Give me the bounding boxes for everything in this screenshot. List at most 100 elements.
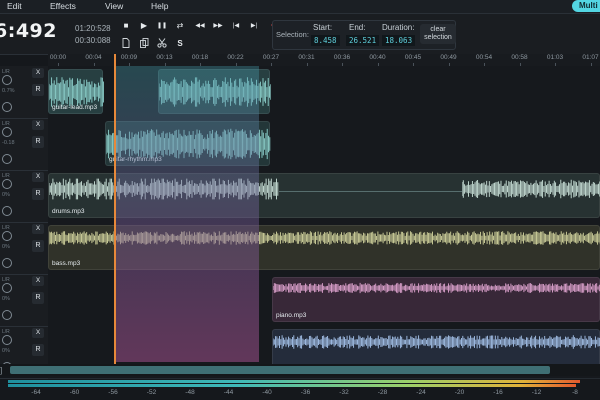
pan-knob[interactable] [2,231,12,241]
record-arm-button[interactable]: R [32,292,44,304]
track-header-guitar-rhythm: X R L/R -0.18 [0,118,48,171]
db-scale-label: -60 [69,389,80,396]
ruler-tick-label: 00:54 [475,54,493,61]
db-scale-label: -52 [146,389,157,396]
record-arm-button[interactable]: R [32,84,44,96]
audio-clip[interactable]: drums.mp3 [48,173,600,218]
mute-button[interactable]: X [32,120,44,130]
ruler-tick-label: 01:07 [582,54,599,61]
ruler-tick-label: 00:27 [262,54,280,61]
track-lane-guitar-rhythm[interactable]: guitar-rhythm.mp3 [48,118,600,171]
db-scale-label: -12 [531,389,542,396]
skip-to-end-button[interactable]: ▶| [247,19,261,31]
track-lane-drums[interactable]: drums.mp3 [48,170,600,223]
pan-knob[interactable] [2,127,12,137]
record-arm-button[interactable]: R [32,240,44,252]
db-scale-label: -32 [339,389,349,396]
record-arm-button[interactable]: R [32,136,44,148]
cut-icon[interactable] [155,37,169,49]
clear-selection-button[interactable]: clear selection [420,24,456,44]
time-display: 6:492 [0,20,57,42]
selection-label: Selection: [276,30,309,39]
time-secondary-2: 00:30:088 [75,36,111,45]
clip-name: bass.mp3 [52,260,81,267]
split-button[interactable]: S [173,37,187,49]
track-header-drums: X R L/R 0% [0,170,48,223]
track-value: 0.7% [2,88,15,94]
track-lane-guitar-lead[interactable]: guitar-lead.mp3 [48,66,600,119]
pan-knob[interactable] [2,179,12,189]
stop-button[interactable]: ■ [119,19,133,31]
db-scale-label: -8 [572,389,578,396]
volume-knob[interactable] [2,206,12,216]
duration-value[interactable]: 18.063 [382,35,416,46]
pan-knob[interactable] [2,283,12,293]
ruler-tick-label: 00:40 [369,54,386,61]
skip-to-start-button[interactable]: |◀ [229,19,243,31]
menu-effects[interactable]: Effects [50,1,76,11]
volume-knob[interactable] [2,102,12,112]
db-scale-label: -24 [416,389,426,396]
audio-clip[interactable]: guitar-rhythm.mp3 [105,121,271,166]
start-value[interactable]: 8.458 [311,35,340,46]
playhead[interactable] [114,54,116,364]
mute-button[interactable]: X [32,172,44,182]
db-scale-label: -28 [377,389,388,396]
menu-edit[interactable]: Edit [7,1,22,11]
pan-knob[interactable] [2,75,12,85]
clip-name: guitar-rhythm.mp3 [109,156,162,163]
audio-clip[interactable]: bass.mp3 [48,225,600,270]
track-value: 0% [2,192,10,198]
clip-name: piano.mp3 [276,312,307,319]
ruler-tick-label: 00:36 [333,54,351,61]
track-lane-piano[interactable]: piano.mp3 [48,274,600,327]
rewind-button[interactable]: ◀◀ [193,19,207,31]
multi-mode-button[interactable]: Multi [572,0,600,12]
db-scale-label: -56 [108,389,118,396]
pause-button[interactable]: ❚❚ [155,19,169,31]
waveform [49,231,600,245]
audio-clip[interactable]: piano.mp3 [272,277,600,322]
loop-button[interactable]: ⇄ [173,19,187,31]
mute-button[interactable]: X [32,328,44,338]
menu-view[interactable]: View [105,1,123,11]
db-scale-label: -44 [223,389,234,396]
db-scale-label: -48 [185,389,195,396]
clip-name: guitar-lead.mp3 [52,104,98,111]
audio-clip[interactable] [158,69,271,114]
track-lane-bass[interactable]: bass.mp3 [48,222,600,275]
volume-knob[interactable] [2,258,12,268]
play-button[interactable]: ▶ [137,19,151,31]
ruler-tick-label: 00:58 [511,54,528,61]
db-scale-label: -36 [300,389,311,396]
ruler-tick-label: 00:04 [85,54,102,61]
db-scale-label: -16 [493,389,503,396]
waveform [273,282,600,294]
volume-knob[interactable] [2,154,12,164]
start-label: Start: [313,23,333,32]
ruler-tick-label: 00:45 [404,54,422,61]
audio-clip[interactable]: guitar-lead.mp3 [48,69,104,114]
mute-button[interactable]: X [32,68,44,78]
mute-button[interactable]: X [32,224,44,234]
end-value[interactable]: 26.521 [346,35,380,46]
waveform [462,179,600,199]
level-meter-left [8,380,580,383]
volume-knob[interactable] [2,310,12,320]
track-header-bass: X R L/R 0% [0,222,48,275]
pan-knob[interactable] [2,335,12,345]
track-value: -0.18 [2,140,15,146]
record-arm-button[interactable]: R [32,188,44,200]
fast-forward-button[interactable]: ▶▶ [211,19,225,31]
menu-help[interactable]: Help [151,1,168,11]
horizontal-scrollbar-thumb[interactable] [10,366,550,374]
new-file-icon[interactable] [119,37,133,49]
scroll-bracket-icon: ] [0,366,3,375]
track-value: 0% [2,348,10,354]
mute-button[interactable]: X [32,276,44,286]
track-value: 0% [2,244,10,250]
record-arm-button[interactable]: R [32,344,44,356]
menu-bar: Edit Effects View Help Multi [0,0,600,14]
track-headers: X R L/R 0.7% X R L/R -0.18 X R L/R 0% X R L/R 0% X R L/R 0%… [0,66,49,379]
copy-icon[interactable] [137,37,151,49]
